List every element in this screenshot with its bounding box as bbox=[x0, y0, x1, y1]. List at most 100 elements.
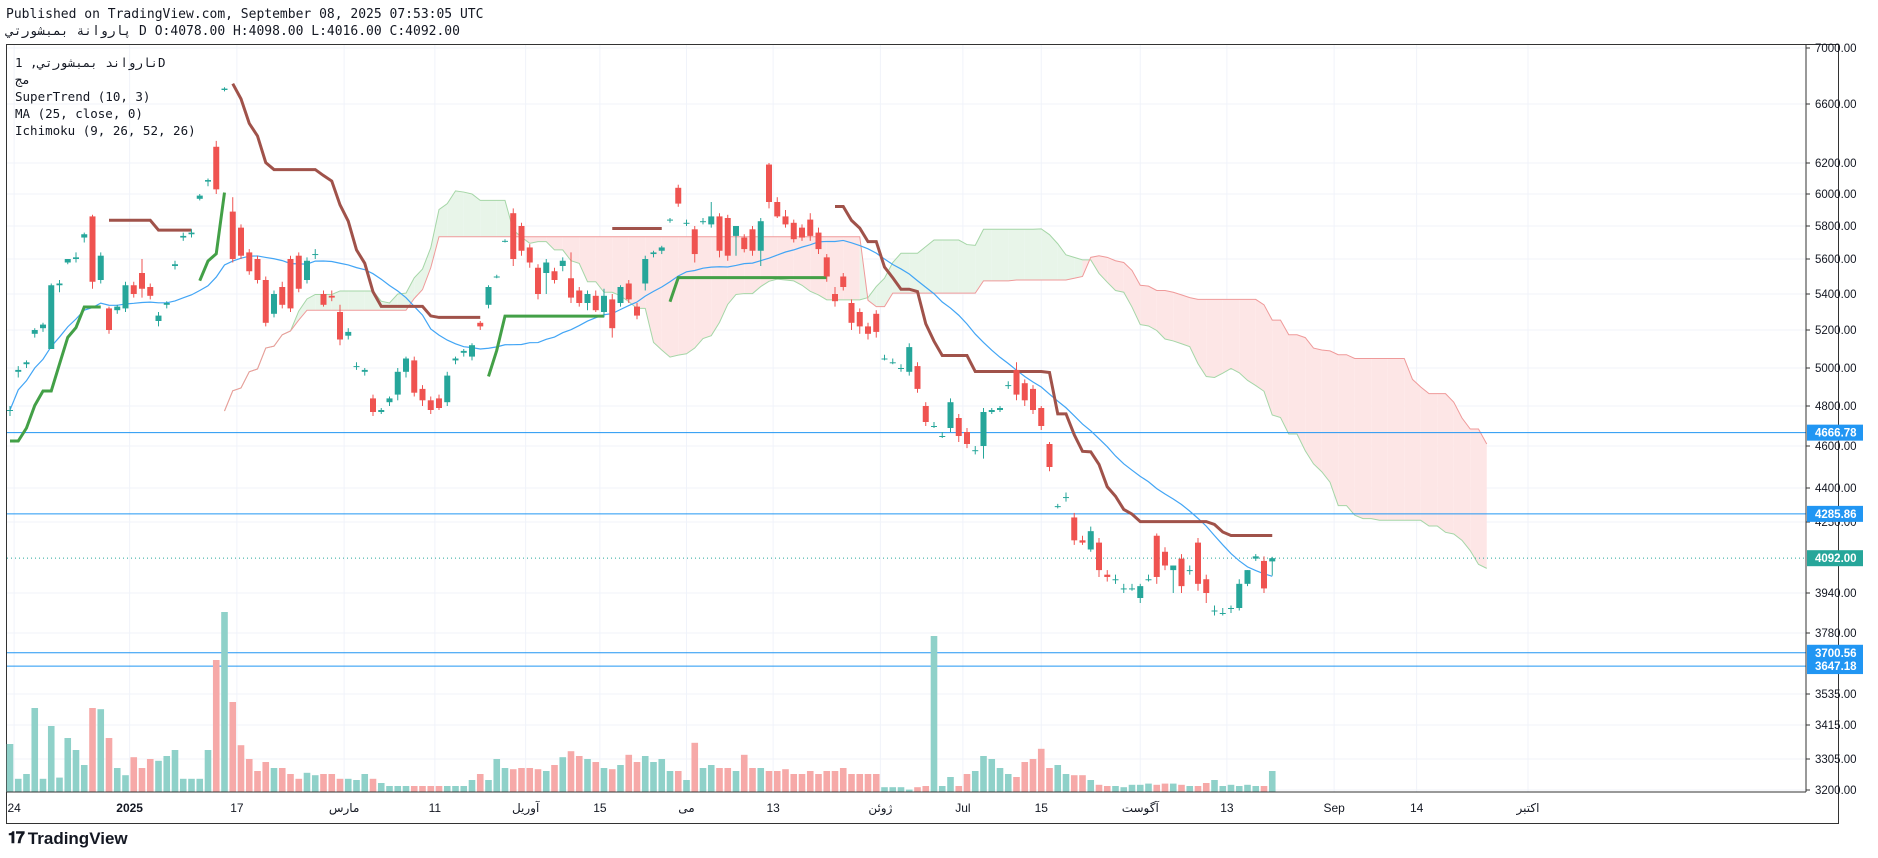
volume-bar bbox=[328, 774, 336, 792]
volume-bar bbox=[6, 744, 14, 792]
candle-body bbox=[23, 362, 30, 365]
time-axis-label: 17 bbox=[230, 801, 244, 815]
candle-body bbox=[328, 295, 335, 298]
candle-body bbox=[444, 375, 451, 403]
volume-bar bbox=[1194, 786, 1202, 792]
ichimoku-cloud-segment bbox=[1231, 299, 1240, 373]
ichimoku-cloud-segment bbox=[480, 200, 489, 237]
ichimoku-cloud-segment bbox=[1462, 418, 1471, 551]
ichimoku-cloud-segment bbox=[851, 236, 860, 300]
volume-bar bbox=[188, 778, 195, 792]
ichimoku-cloud-segment bbox=[1041, 228, 1050, 280]
volume-bar bbox=[303, 772, 311, 792]
volume-bar bbox=[988, 759, 996, 792]
candle-body bbox=[601, 295, 607, 312]
volume-bar bbox=[31, 708, 39, 792]
candle-body bbox=[1079, 540, 1086, 543]
volume-bar bbox=[765, 771, 773, 792]
price-axis-label: 3940.00 bbox=[1815, 588, 1857, 600]
volume-bar bbox=[518, 768, 525, 792]
ichimoku-cloud-segment bbox=[1247, 299, 1256, 386]
ichimoku-cloud-segment bbox=[587, 236, 596, 282]
volume-bar bbox=[658, 759, 666, 792]
price-axis-label: 3305.00 bbox=[1815, 754, 1857, 766]
ichimoku-cloud-segment bbox=[1404, 358, 1413, 521]
candle-body bbox=[658, 247, 665, 251]
ichimoku-cloud-segment bbox=[604, 236, 613, 293]
volume-bar bbox=[823, 771, 831, 792]
candle-body bbox=[73, 257, 79, 259]
volume-bar bbox=[1169, 783, 1177, 792]
chart-legend: نارواند بمبشورتي, 1D مج SuperTrend (10, … bbox=[15, 54, 196, 139]
price-axis-label: 4600.00 bbox=[1815, 441, 1857, 453]
candle-body bbox=[172, 264, 178, 266]
candle-body bbox=[238, 227, 244, 256]
volume-bar bbox=[443, 786, 451, 792]
volume-bar bbox=[262, 762, 270, 792]
candle-body bbox=[724, 218, 731, 256]
ichimoku-cloud-segment bbox=[678, 236, 687, 356]
candle-body bbox=[906, 347, 913, 372]
candle-body bbox=[353, 366, 360, 368]
volume-bar bbox=[815, 774, 822, 792]
ichimoku-cloud-segment bbox=[538, 236, 547, 242]
ichimoku-cloud-segment bbox=[1000, 229, 1009, 281]
candle-body bbox=[988, 410, 995, 412]
candle-body bbox=[1228, 608, 1234, 609]
volume-bar bbox=[1029, 759, 1037, 792]
candle-body bbox=[345, 331, 352, 336]
candle-body bbox=[1178, 558, 1185, 587]
volume-bar bbox=[64, 738, 72, 792]
candle-body bbox=[469, 345, 475, 357]
time-axis-label: 13 bbox=[1220, 801, 1234, 815]
candle-body bbox=[139, 273, 145, 289]
ichimoku-cloud-segment bbox=[1379, 358, 1388, 521]
candle-body bbox=[180, 235, 187, 238]
ichimoku-cloud-segment bbox=[1453, 402, 1462, 541]
supertrend-line bbox=[487, 314, 604, 377]
volume-bar bbox=[889, 787, 897, 792]
ichimoku-cloud-segment bbox=[950, 240, 959, 294]
volume-bar bbox=[641, 756, 649, 792]
volume-bar bbox=[1136, 784, 1144, 792]
candle-body bbox=[304, 260, 310, 280]
ichimoku-cloud-segment bbox=[661, 236, 670, 358]
candle-body bbox=[1261, 560, 1267, 589]
price-axis-label: 5200.00 bbox=[1815, 325, 1857, 337]
volume-bar bbox=[179, 778, 187, 792]
candle-body bbox=[361, 369, 368, 372]
ichimoku-cloud-segment bbox=[1173, 292, 1182, 344]
volume-bar bbox=[1021, 762, 1029, 792]
candle-body bbox=[122, 285, 129, 309]
volume-bar bbox=[452, 786, 459, 792]
ichimoku-cloud-segment bbox=[1371, 358, 1380, 521]
candle-body bbox=[1021, 383, 1028, 401]
time-axis-label: Jul bbox=[955, 801, 970, 815]
volume-bar bbox=[542, 771, 550, 792]
volume-bar bbox=[955, 786, 963, 792]
ichimoku-cloud-segment bbox=[983, 229, 992, 281]
ichimoku-cloud-segment bbox=[942, 240, 951, 294]
volume-bar bbox=[476, 774, 484, 792]
price-axis-label: 6000.00 bbox=[1815, 189, 1857, 201]
candlestick-chart[interactable]: 7000.00 6600.00 6200.00 6000.00 5800.00 5600.… bbox=[0, 0, 1878, 858]
ichimoku-cloud-segment bbox=[686, 236, 695, 354]
volume-bar bbox=[716, 768, 723, 792]
volume-bar bbox=[130, 757, 138, 792]
volume-bar bbox=[881, 787, 888, 792]
candle-body bbox=[799, 227, 805, 238]
candle-body bbox=[955, 418, 962, 436]
candle-body bbox=[898, 368, 904, 369]
volume-bar bbox=[47, 726, 55, 792]
candle-body bbox=[1104, 574, 1111, 577]
volume-bar bbox=[551, 765, 558, 792]
volume-bar bbox=[278, 768, 286, 792]
candle-body bbox=[559, 260, 566, 266]
volume-bar bbox=[798, 774, 806, 792]
volume-bar bbox=[1227, 784, 1235, 792]
volume-bar bbox=[1013, 777, 1020, 792]
volume-bar bbox=[617, 765, 624, 792]
volume-bar bbox=[806, 771, 814, 792]
volume-bar bbox=[295, 778, 303, 792]
volume-bar bbox=[790, 774, 798, 792]
